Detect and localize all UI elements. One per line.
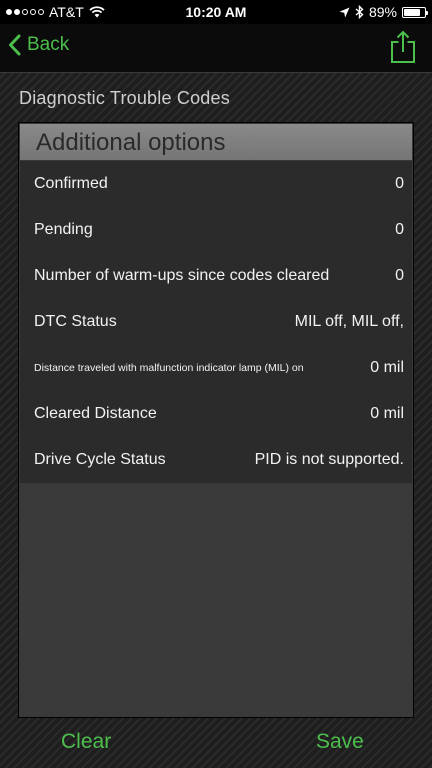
save-button[interactable]: Save bbox=[316, 730, 364, 754]
share-button[interactable] bbox=[390, 30, 416, 69]
row-warm-ups: Number of warm-ups since codes cleared 0 bbox=[20, 253, 412, 299]
dtc-panel: Additional options Confirmed 0 Pending 0… bbox=[18, 122, 414, 718]
row-dtc-status: DTC Status MIL off, MIL off, bbox=[20, 299, 412, 345]
panel-header: Additional options bbox=[20, 124, 412, 160]
row-drive-cycle-status: Drive Cycle Status PID is not supported. bbox=[20, 437, 412, 483]
options-list: Confirmed 0 Pending 0 Number of warm-ups… bbox=[20, 161, 412, 483]
row-pending: Pending 0 bbox=[20, 207, 412, 253]
row-label: Number of warm-ups since codes cleared bbox=[34, 267, 330, 284]
battery-icon bbox=[402, 6, 428, 18]
row-value: PID is not supported. bbox=[254, 451, 404, 468]
row-cleared-distance: Cleared Distance 0 mil bbox=[20, 391, 412, 437]
share-icon bbox=[391, 30, 415, 63]
row-label: DTC Status bbox=[34, 313, 117, 330]
status-right: 89% bbox=[339, 4, 428, 20]
back-button[interactable]: Back bbox=[8, 34, 69, 56]
bluetooth-icon bbox=[355, 5, 364, 19]
row-label: Drive Cycle Status bbox=[34, 451, 166, 468]
battery-fill bbox=[404, 8, 420, 16]
bottom-toolbar: Clear Save bbox=[0, 722, 432, 768]
row-value: 0 bbox=[395, 267, 404, 284]
location-arrow-icon bbox=[339, 7, 350, 17]
row-value: 0 mil bbox=[370, 405, 404, 422]
battery-percent: 89% bbox=[368, 4, 397, 20]
back-label: Back bbox=[27, 34, 70, 55]
row-value: 0 mil bbox=[370, 359, 404, 376]
row-label: Pending bbox=[34, 221, 93, 238]
row-label: Distance traveled with malfunction indic… bbox=[34, 362, 304, 374]
status-bar: AT&T 10:20 AM 89% bbox=[0, 0, 432, 24]
row-distance-mil-on: Distance traveled with malfunction indic… bbox=[20, 345, 412, 391]
screen: AT&T 10:20 AM 89% Back Diagnostic Troubl… bbox=[0, 0, 432, 768]
row-confirmed: Confirmed 0 bbox=[20, 161, 412, 207]
row-value: 0 bbox=[395, 221, 404, 238]
row-label: Cleared Distance bbox=[34, 405, 157, 422]
row-value: MIL off, MIL off, bbox=[294, 313, 404, 330]
row-label: Confirmed bbox=[34, 175, 108, 192]
chevron-left-icon bbox=[9, 34, 21, 56]
nav-bar: Back bbox=[0, 24, 432, 73]
page-title: Diagnostic Trouble Codes bbox=[19, 88, 230, 108]
clear-button[interactable]: Clear bbox=[61, 730, 111, 754]
row-value: 0 bbox=[395, 175, 404, 192]
